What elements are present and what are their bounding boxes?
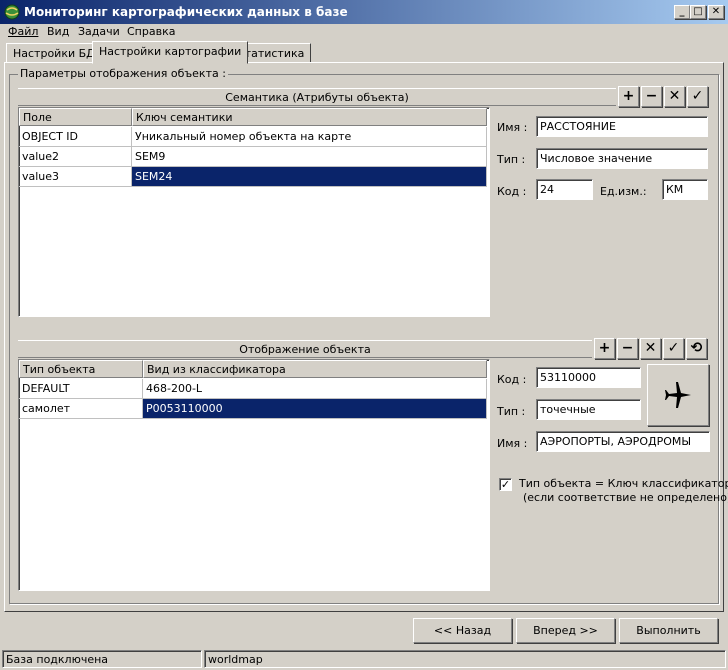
remove-display-button[interactable]: − (617, 338, 638, 359)
apply-display-button[interactable]: ✓ (663, 338, 684, 359)
semantic-type-field[interactable]: Числовое значение (536, 148, 708, 169)
semantic-code-field[interactable]: 24 (536, 179, 593, 200)
semantic-name-label: Имя : (497, 121, 528, 134)
semantics-header: Семантика (Атрибуты объекта) (18, 88, 616, 106)
table-row-cell-selected[interactable]: P0053110000 (143, 399, 487, 419)
display-code-field[interactable]: 53110000 (536, 367, 641, 388)
checkbox-label-line2: (если соответствие не определено) (523, 491, 728, 504)
semantics-col-field[interactable]: Поле (19, 108, 132, 126)
display-code-label: Код : (497, 373, 527, 386)
window-title: Мониторинг картографических данных в баз… (24, 5, 348, 19)
classifier-match-checkbox[interactable]: ✓ (499, 478, 512, 491)
apply-semantic-button[interactable]: ✓ (687, 86, 708, 107)
display-type-field[interactable]: точечные (536, 399, 641, 420)
group-title: Параметры отображения объекта : (18, 67, 228, 80)
semantic-unit-field[interactable]: КМ (662, 179, 708, 200)
app-globe-icon (4, 4, 20, 20)
run-button[interactable]: Выполнить (619, 618, 718, 643)
next-button[interactable]: Вперед >> (516, 618, 615, 643)
menu-help[interactable]: Справка (127, 25, 175, 38)
airplane-icon (663, 380, 693, 410)
classifier-preview (647, 364, 709, 426)
tab-cartography-settings[interactable]: Настройки картографии (92, 41, 249, 64)
refresh-display-button[interactable]: ⟲ (686, 338, 707, 359)
maximize-button[interactable]: □ (690, 5, 706, 19)
back-button[interactable]: << Назад (413, 618, 512, 643)
remove-semantic-button[interactable]: − (641, 86, 662, 107)
display-header: Отображение объекта (18, 340, 592, 358)
semantic-code-label: Код : (497, 185, 527, 198)
menu-file[interactable]: Файл (8, 25, 38, 38)
semantics-col-key[interactable]: Ключ семантики (132, 108, 487, 126)
semantic-name-field[interactable]: РАССТОЯНИЕ (536, 116, 708, 137)
tab-db-settings[interactable]: Настройки БД (6, 43, 102, 63)
delete-semantic-button[interactable]: ✕ (664, 86, 685, 107)
table-row-cell-selected[interactable]: SEM24 (132, 167, 487, 187)
close-button[interactable]: ✕ (708, 5, 724, 19)
checkbox-label-line1: Тип объекта = Ключ классификатора (519, 477, 728, 490)
display-name-label: Имя : (497, 437, 528, 450)
table-row-cell[interactable]: SEM9 (132, 147, 487, 167)
menu-view[interactable]: Вид (47, 25, 69, 38)
menu-tasks[interactable]: Задачи (78, 25, 120, 38)
table-row-cell[interactable]: value2 (19, 147, 132, 167)
status-db: База подключена (2, 650, 202, 668)
status-map: worldmap (204, 650, 726, 668)
table-row-cell[interactable]: 468-200-L (143, 379, 487, 399)
delete-display-button[interactable]: ✕ (640, 338, 661, 359)
title-bar[interactable]: Мониторинг картографических данных в баз… (0, 0, 728, 24)
add-semantic-button[interactable]: + (618, 86, 639, 107)
display-col-classifier[interactable]: Вид из классификатора (143, 360, 487, 378)
add-display-button[interactable]: + (594, 338, 615, 359)
table-row-cell[interactable]: value3 (19, 167, 132, 187)
semantic-unit-label: Ед.изм.: (600, 185, 647, 198)
display-name-field[interactable]: АЭРОПОРТЫ, АЭРОДРОМЫ (536, 431, 710, 452)
table-row-cell[interactable]: Уникальный номер объекта на карте (132, 127, 487, 147)
display-type-label: Тип : (497, 405, 526, 418)
display-col-type[interactable]: Тип объекта (19, 360, 143, 378)
display-table[interactable]: Тип объекта Вид из классификатора DEFAUL… (18, 359, 490, 591)
table-row-cell[interactable]: OBJECT ID (19, 127, 132, 147)
table-row-cell[interactable]: DEFAULT (19, 379, 143, 399)
minimize-button[interactable]: _ (674, 5, 690, 19)
table-row-cell[interactable]: самолет (19, 399, 143, 419)
semantics-table[interactable]: Поле Ключ семантики OBJECT ID Уникальный… (18, 107, 490, 317)
semantic-type-label: Тип : (497, 153, 526, 166)
